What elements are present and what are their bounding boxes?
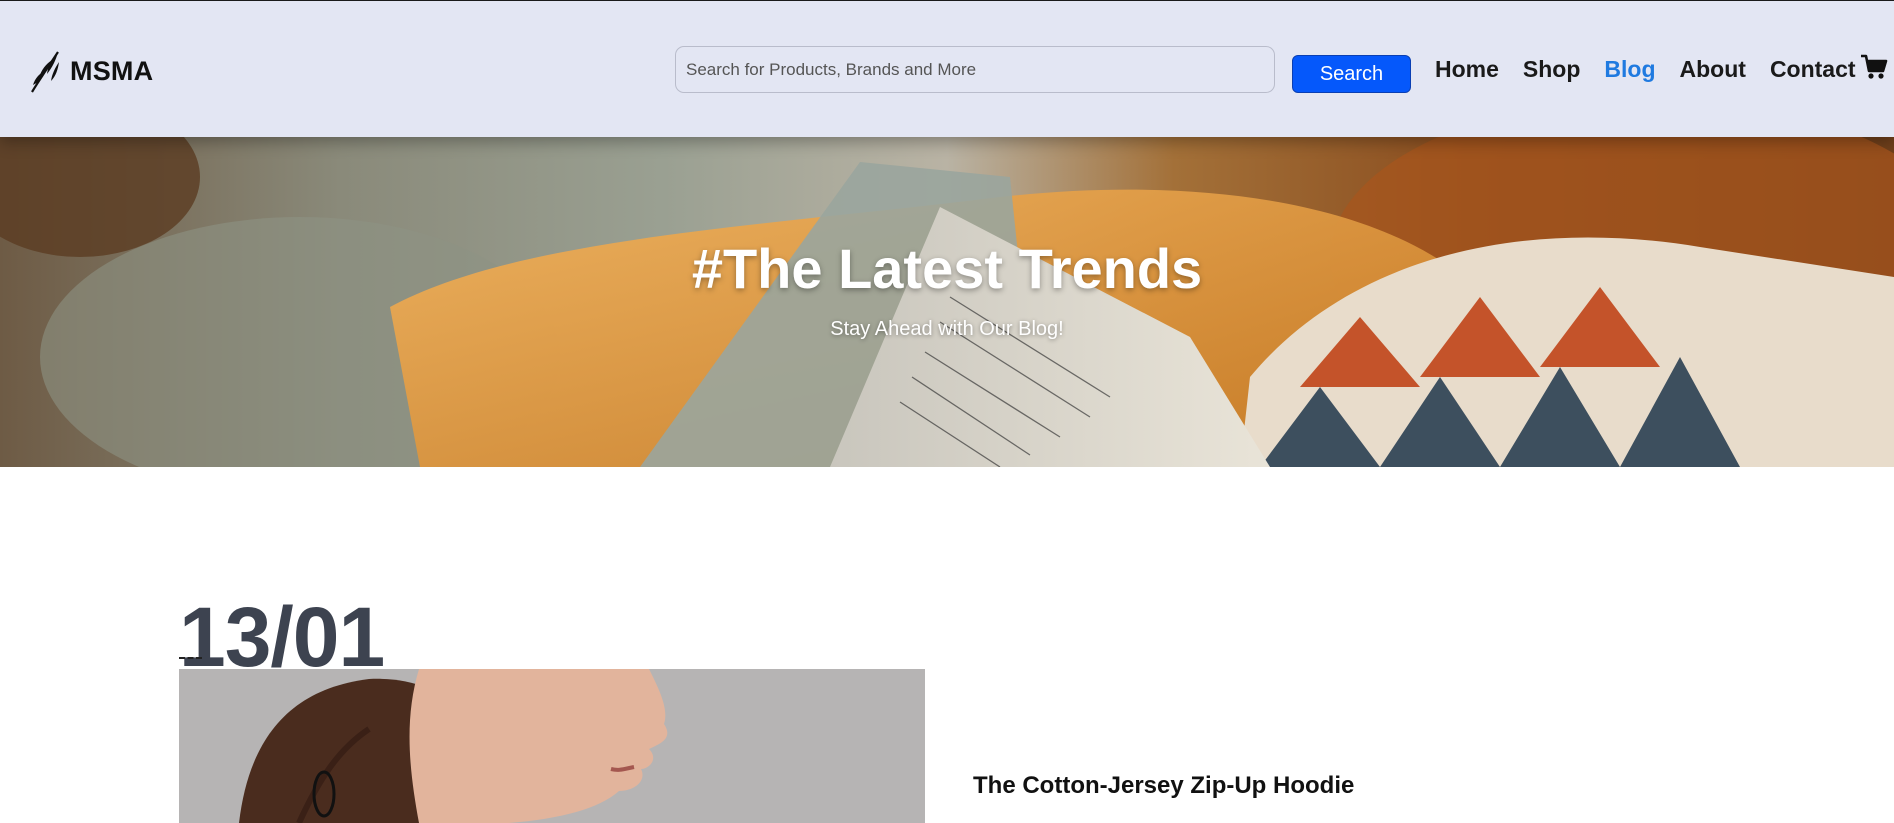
nav-about[interactable]: About: [1680, 54, 1746, 84]
cart-icon[interactable]: [1860, 53, 1888, 81]
nav-home[interactable]: Home: [1435, 54, 1499, 84]
search-input[interactable]: [675, 46, 1275, 93]
main-nav: Home Shop Blog About Contact: [1435, 54, 1880, 84]
logo[interactable]: MSMA: [28, 48, 153, 94]
site-header: MSMA Search Home Shop Blog About Contact: [0, 0, 1894, 137]
date-divider: [179, 657, 202, 659]
blog-post-excerpt: [973, 815, 1673, 823]
nav-blog[interactable]: Blog: [1604, 54, 1655, 84]
hero-banner: #The Latest Trends Stay Ahead with Our B…: [0, 137, 1894, 467]
hero-title: #The Latest Trends: [691, 237, 1203, 300]
leaf-logo-icon: [31, 51, 59, 93]
hero-background-image: [0, 137, 1894, 467]
search-button[interactable]: Search: [1292, 55, 1411, 93]
blog-post-image[interactable]: [179, 669, 925, 823]
woman-profile-photo: [179, 669, 925, 823]
nav-shop[interactable]: Shop: [1523, 54, 1581, 84]
hero-subtitle: Stay Ahead with Our Blog!: [830, 318, 1064, 340]
logo-text: MSMA: [70, 55, 154, 86]
blog-post-title[interactable]: The Cotton-Jersey Zip-Up Hoodie: [973, 772, 1354, 800]
nav-contact[interactable]: Contact: [1770, 54, 1856, 84]
